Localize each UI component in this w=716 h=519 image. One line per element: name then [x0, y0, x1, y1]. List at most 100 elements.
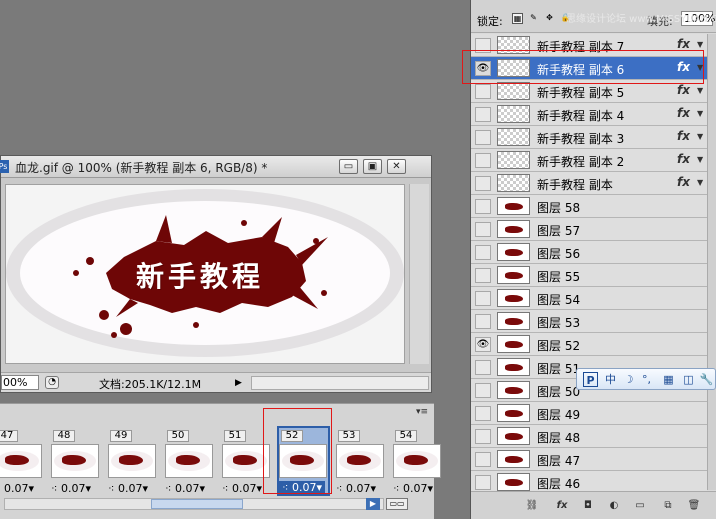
frame-delay[interactable]: ⁖ 0.07▾: [165, 482, 205, 495]
layer-thumbnail: [497, 174, 530, 192]
frame-delay[interactable]: ⁖ 0.07▾: [222, 482, 262, 495]
visibility-eye-icon[interactable]: [475, 130, 491, 145]
delay-icon: ⁖: [336, 482, 346, 495]
visibility-eye-icon[interactable]: [475, 84, 491, 99]
layer-row[interactable]: 图层 49: [471, 402, 707, 425]
scroll-right-icon[interactable]: ▶: [366, 498, 380, 510]
layer-effects-icon[interactable]: fx: [677, 152, 690, 166]
visibility-eye-icon[interactable]: [475, 383, 491, 398]
expand-effects-icon[interactable]: ▼: [697, 109, 703, 118]
layer-effects-icon[interactable]: fx: [677, 129, 690, 143]
layer-row[interactable]: 图层 53: [471, 310, 707, 333]
layer-name: 新手教程 副本 4: [537, 109, 625, 123]
canvas[interactable]: 新手教程: [5, 184, 405, 364]
delete-layer-icon[interactable]: 🗑: [687, 499, 701, 512]
visibility-eye-icon[interactable]: [475, 199, 491, 214]
document-window[interactable]: Ps 血龙.gif @ 100% (新手教程 副本 6, RGB/8) * ▭ …: [0, 155, 432, 393]
animation-frame[interactable]: 47 ⁖ 0.07▾: [0, 426, 45, 498]
canvas-vertical-scrollbar[interactable]: [409, 184, 429, 364]
new-group-icon[interactable]: ▭: [633, 499, 647, 512]
expand-effects-icon[interactable]: ▼: [697, 132, 703, 141]
layer-row[interactable]: 新手教程 副本 fx ▼: [471, 172, 707, 195]
layer-row[interactable]: 新手教程 副本 2 fx ▼: [471, 149, 707, 172]
ime-skin-icon[interactable]: ◫: [681, 372, 696, 387]
expand-effects-icon[interactable]: ▼: [697, 178, 703, 187]
lock-brush-icon[interactable]: ✎: [528, 13, 539, 24]
animation-frame[interactable]: 49 ⁖ 0.07▾: [106, 426, 159, 498]
restore-button[interactable]: ▣: [363, 159, 382, 174]
layer-effects-icon[interactable]: fx: [677, 175, 690, 189]
frame-delay[interactable]: ⁖ 0.07▾: [108, 482, 148, 495]
layer-row[interactable]: 👁 图层 52: [471, 333, 707, 356]
layer-effects-icon[interactable]: fx: [677, 83, 690, 97]
frame-delay[interactable]: ⁖ 0.07▾: [336, 482, 376, 495]
canvas-title-text: 新手教程: [136, 260, 265, 293]
layer-style-fx-icon[interactable]: fx: [555, 499, 569, 512]
frame-delay[interactable]: ⁖ 0.07▾: [393, 482, 433, 495]
canvas-horizontal-scrollbar[interactable]: [251, 376, 429, 390]
visibility-eye-icon[interactable]: [475, 245, 491, 260]
animation-frame[interactable]: 48 ⁖ 0.07▾: [49, 426, 102, 498]
document-titlebar[interactable]: Ps 血龙.gif @ 100% (新手教程 副本 6, RGB/8) * ▭ …: [0, 156, 431, 178]
layer-effects-icon[interactable]: fx: [677, 37, 690, 51]
layer-thumbnail: [497, 335, 530, 353]
layer-row[interactable]: 新手教程 副本 4 fx ▼: [471, 103, 707, 126]
animation-frame[interactable]: 50 ⁖ 0.07▾: [163, 426, 216, 498]
frame-delay[interactable]: ⁖ 0.07▾: [0, 482, 34, 495]
visibility-eye-icon[interactable]: 👁: [475, 337, 491, 352]
visibility-eye-icon[interactable]: [475, 406, 491, 421]
zoom-level-field[interactable]: 00%: [1, 375, 39, 390]
layer-row[interactable]: 图层 48: [471, 425, 707, 448]
visibility-eye-icon[interactable]: [475, 153, 491, 168]
visibility-eye-icon[interactable]: [475, 360, 491, 375]
layer-row[interactable]: 图层 55: [471, 264, 707, 287]
status-menu-arrow-icon[interactable]: ▶: [235, 377, 245, 389]
layer-row[interactable]: 新手教程 副本 3 fx ▼: [471, 126, 707, 149]
convert-timeline-icon[interactable]: ▭▭: [386, 498, 408, 510]
animation-frame[interactable]: 54 ⁖ 0.07▾: [391, 426, 444, 498]
ime-chinese-mode-icon[interactable]: 中: [603, 372, 618, 387]
expand-effects-icon[interactable]: ▼: [697, 155, 703, 164]
minimize-button[interactable]: ▭: [339, 159, 358, 174]
expand-effects-icon[interactable]: ▼: [697, 40, 703, 49]
ime-settings-icon[interactable]: 🔧: [699, 372, 714, 387]
expand-effects-icon[interactable]: ▼: [697, 86, 703, 95]
layer-name: 图层 58: [537, 201, 581, 215]
visibility-eye-icon[interactable]: [475, 475, 491, 490]
lock-transparency-icon[interactable]: ▦: [512, 13, 523, 24]
adjustment-layer-icon[interactable]: ◐: [607, 499, 621, 512]
ime-logo-icon[interactable]: P: [583, 372, 598, 387]
layer-name: 新手教程 副本 5: [537, 86, 625, 100]
animation-frame[interactable]: 53 ⁖ 0.07▾: [334, 426, 387, 498]
visibility-eye-icon[interactable]: [475, 314, 491, 329]
layer-row[interactable]: 图层 58: [471, 195, 707, 218]
ime-halfwidth-icon[interactable]: ☽: [621, 372, 636, 387]
visibility-eye-icon[interactable]: [475, 452, 491, 467]
zoom-preview-icon[interactable]: ◔: [45, 376, 59, 389]
visibility-eye-icon[interactable]: [475, 429, 491, 444]
add-mask-icon[interactable]: ◘: [581, 499, 595, 512]
ime-keyboard-icon[interactable]: ▦: [661, 372, 676, 387]
layer-effects-icon[interactable]: fx: [677, 106, 690, 120]
layer-row[interactable]: 图层 57: [471, 218, 707, 241]
close-button[interactable]: ✕: [387, 159, 406, 174]
visibility-eye-icon[interactable]: [475, 176, 491, 191]
new-layer-icon[interactable]: ⧉: [661, 499, 675, 512]
ime-toolbar[interactable]: P 中 ☽ °, ▦ ◫ 🔧: [576, 368, 716, 390]
frame-thumbnail: [336, 444, 384, 478]
layers-scrollbar[interactable]: [707, 34, 716, 490]
lock-position-icon[interactable]: ✥: [544, 13, 555, 24]
animation-scrollbar[interactable]: [4, 498, 384, 510]
layer-row[interactable]: 图层 54: [471, 287, 707, 310]
panel-menu-icon[interactable]: ▾≡: [416, 407, 428, 417]
layer-row[interactable]: 图层 47: [471, 448, 707, 471]
ime-punctuation-icon[interactable]: °,: [639, 372, 654, 387]
layer-row[interactable]: 图层 56: [471, 241, 707, 264]
frame-delay[interactable]: ⁖ 0.07▾: [51, 482, 91, 495]
visibility-eye-icon[interactable]: [475, 107, 491, 122]
link-layers-icon[interactable]: ⛓: [525, 499, 539, 512]
visibility-eye-icon[interactable]: [475, 268, 491, 283]
visibility-eye-icon[interactable]: [475, 291, 491, 306]
visibility-eye-icon[interactable]: [475, 222, 491, 237]
animation-scroll-thumb[interactable]: [151, 499, 243, 509]
